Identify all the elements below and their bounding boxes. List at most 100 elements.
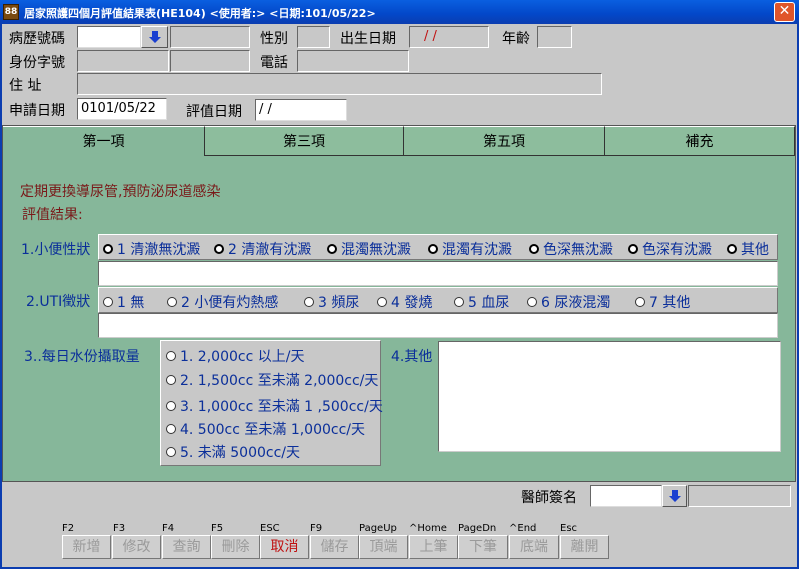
q2-option-1[interactable]: 1 無 (103, 292, 144, 312)
fkey-label: PageDn (458, 523, 497, 534)
id-field (77, 50, 169, 72)
item-heading: 定期更換導尿管,預防泌尿道感染 (20, 184, 221, 200)
fkey-label: F9 (310, 523, 323, 534)
q3-label: 3..每日水份攝取量 (24, 349, 140, 365)
radio-icon (166, 447, 176, 457)
fkey-label: F3 (113, 523, 126, 534)
gender-label: 性別 (260, 31, 288, 47)
window-title: 居家照護四個月評值結果表(HE104) <使用者:> <日期:101/05/22… (24, 7, 376, 20)
id-label: 身份字號 (9, 55, 65, 71)
q2-option-5[interactable]: 5 血尿 (454, 292, 509, 312)
apply-date-input[interactable]: 0101/05/22 (77, 98, 167, 120)
record-no-dropdown-button[interactable] (141, 26, 168, 48)
doctor-sign-input[interactable] (590, 485, 662, 507)
q1-option-3[interactable]: 混濁無沈澱 (327, 239, 411, 259)
gender-field (297, 26, 330, 48)
fkey-label: Esc (560, 523, 578, 534)
radio-icon (214, 244, 224, 254)
radio-icon (727, 244, 737, 254)
radio-icon (166, 424, 176, 434)
radio-icon (377, 297, 387, 307)
phone-label: 電話 (260, 55, 288, 71)
eval-date-input[interactable]: / / (255, 99, 347, 121)
q4-label: 4.其他 (391, 349, 433, 365)
patient-name-field (170, 26, 250, 48)
q1-option-6[interactable]: 色深有沈澱 (628, 239, 712, 259)
radio-icon (166, 401, 176, 411)
fkey-label: F5 (211, 523, 224, 534)
q1-option-4[interactable]: 混濁有沈澱 (428, 239, 512, 259)
eval-date-label: 評值日期 (186, 104, 242, 120)
q2-option-3[interactable]: 3 頻尿 (304, 292, 359, 312)
q1-option-1[interactable]: 1 清澈無沈澱 (103, 239, 200, 259)
doctor-name-field (688, 485, 791, 507)
tab-item-1[interactable]: 第一項 (3, 126, 205, 156)
q2-option-7[interactable]: 7 其他 (635, 292, 690, 312)
fkey-label: F4 (162, 523, 175, 534)
delete-button[interactable]: 刪除 (211, 535, 260, 559)
address-field (77, 73, 602, 95)
q2-option-group: 1 無 2 小便有灼熱感 3 頻尿 4 發燒 5 血尿 6 尿液混濁 7 其他 (98, 287, 778, 313)
radio-icon (103, 297, 113, 307)
radio-icon (304, 297, 314, 307)
radio-icon (428, 244, 438, 254)
q2-option-6[interactable]: 6 尿液混濁 (527, 292, 610, 312)
first-record-button[interactable]: 頂端 (359, 535, 408, 559)
id-extra-field (170, 50, 250, 72)
radio-icon (628, 244, 638, 254)
q2-option-2[interactable]: 2 小便有灼熱感 (167, 292, 278, 312)
q3-option-1[interactable]: 1. 2,000cc 以上/天 (166, 346, 304, 366)
fkey-label: F2 (62, 523, 75, 534)
close-button[interactable]: ✕ (774, 2, 795, 22)
q1-option-7[interactable]: 其他 (727, 239, 769, 259)
save-button[interactable]: 儲存 (310, 535, 359, 559)
address-label: 住 址 (9, 78, 42, 94)
exit-button[interactable]: 離開 (560, 535, 609, 559)
tab-supplement[interactable]: 補充 (605, 126, 795, 156)
q3-option-group: 1. 2,000cc 以上/天 2. 1,500cc 至未滿 2,000cc/天… (160, 340, 383, 466)
q2-option-4[interactable]: 4 發燒 (377, 292, 432, 312)
phone-field (297, 50, 409, 72)
radio-icon (529, 244, 539, 254)
q4-other-textarea[interactable] (438, 341, 781, 452)
q1-option-5[interactable]: 色深無沈澱 (529, 239, 613, 259)
result-label: 評值結果: (22, 207, 83, 223)
doctor-sign-label: 醫師簽名 (521, 490, 577, 506)
q3-option-4[interactable]: 4. 500cc 至未滿 1,000cc/天 (166, 419, 365, 439)
arrow-down-icon (668, 490, 681, 502)
doctor-sign-dropdown-button[interactable] (662, 485, 687, 507)
radio-icon (103, 244, 113, 254)
q2-other-input[interactable] (98, 313, 778, 338)
record-no-input[interactable] (77, 26, 141, 48)
radio-icon (454, 297, 464, 307)
q1-other-input[interactable] (98, 261, 778, 286)
fkey-label: ^End (509, 523, 537, 534)
q1-option-2[interactable]: 2 清澈有沈澱 (214, 239, 311, 259)
add-button[interactable]: 新增 (62, 535, 111, 559)
q3-option-2[interactable]: 2. 1,500cc 至未滿 2,000cc/天 (166, 370, 378, 390)
birthdate-label: 出生日期 (340, 31, 396, 47)
next-record-button[interactable]: 下筆 (458, 535, 508, 559)
radio-icon (166, 351, 176, 361)
apply-date-label: 申請日期 (9, 103, 65, 119)
cancel-button[interactable]: 取消 (260, 535, 309, 559)
prev-record-button[interactable]: 上筆 (409, 535, 458, 559)
last-record-button[interactable]: 底端 (509, 535, 559, 559)
q3-option-3[interactable]: 3. 1,000cc 至未滿 1 ,500cc/天 (166, 396, 383, 416)
radio-icon (166, 375, 176, 385)
fkey-label: ^Home (409, 523, 447, 534)
age-field (537, 26, 572, 48)
record-no-label: 病歷號碼 (9, 31, 65, 47)
q3-option-5[interactable]: 5. 未滿 5000cc/天 (166, 442, 300, 462)
radio-icon (327, 244, 337, 254)
q1-option-group: 1 清澈無沈澱 2 清澈有沈澱 混濁無沈澱 混濁有沈澱 色深無沈澱 色深有沈澱 … (98, 234, 778, 260)
tab-item-5[interactable]: 第五項 (404, 126, 605, 156)
query-button[interactable]: 查詢 (162, 535, 211, 559)
fkey-label: ESC (260, 523, 280, 534)
birthdate-field: / / (409, 26, 489, 48)
tab-item-3[interactable]: 第三項 (205, 126, 404, 156)
q1-label: 1.小便性狀 (21, 242, 91, 258)
q2-label: 2.UTI徵狀 (26, 294, 91, 310)
radio-icon (527, 297, 537, 307)
edit-button[interactable]: 修改 (112, 535, 161, 559)
